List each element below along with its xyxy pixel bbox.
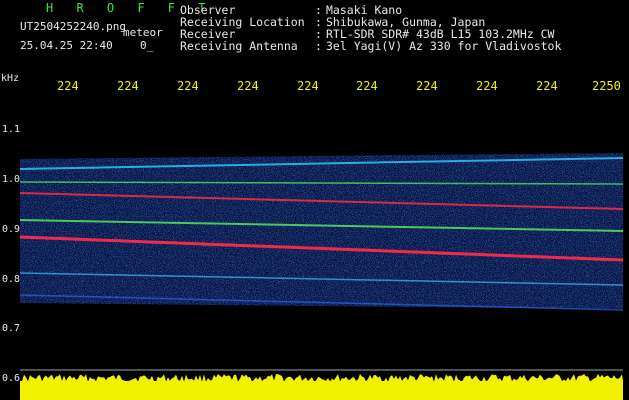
timestamp: 25.04.25 22:40 bbox=[20, 39, 113, 52]
y-tick-label: 0.8 bbox=[2, 274, 21, 285]
y-tick-label: 1.1 bbox=[2, 124, 21, 135]
x-tick-label: 224 bbox=[237, 79, 259, 93]
x-tick-label: 224 bbox=[356, 79, 378, 93]
spectrogram-plot[interactable] bbox=[20, 97, 623, 400]
amplitude-bar bbox=[20, 374, 623, 400]
x-tick-label: 224 bbox=[476, 79, 498, 93]
y-tick-label: 0.7 bbox=[2, 323, 21, 334]
y-tick-label: 0.9 bbox=[2, 224, 21, 235]
noise-band bbox=[20, 153, 623, 309]
file-name: UT2504252240.png bbox=[20, 20, 126, 33]
x-tick-label: 224 bbox=[177, 79, 199, 93]
x-tick-label: 224 bbox=[536, 79, 558, 93]
x-tick-label: 224 bbox=[416, 79, 438, 93]
antenna-label: Receiving Antenna bbox=[180, 39, 298, 53]
y-tick-label: 0.6 bbox=[2, 373, 21, 384]
detection-count: 0_ bbox=[140, 39, 154, 52]
colon-separator: : bbox=[315, 39, 322, 53]
antenna-value: 3el Yagi(V) Az 330 for Vladivostok bbox=[326, 39, 562, 53]
x-tick-label: 224 bbox=[117, 79, 139, 93]
mode-label: meteor bbox=[123, 26, 163, 39]
y-tick-label: 1.0 bbox=[2, 174, 21, 185]
x-tick-label: 224 bbox=[57, 79, 79, 93]
x-tick-label: 2250 bbox=[592, 79, 621, 93]
y-axis-unit: kHz bbox=[1, 73, 20, 84]
x-tick-label: 224 bbox=[297, 79, 319, 93]
